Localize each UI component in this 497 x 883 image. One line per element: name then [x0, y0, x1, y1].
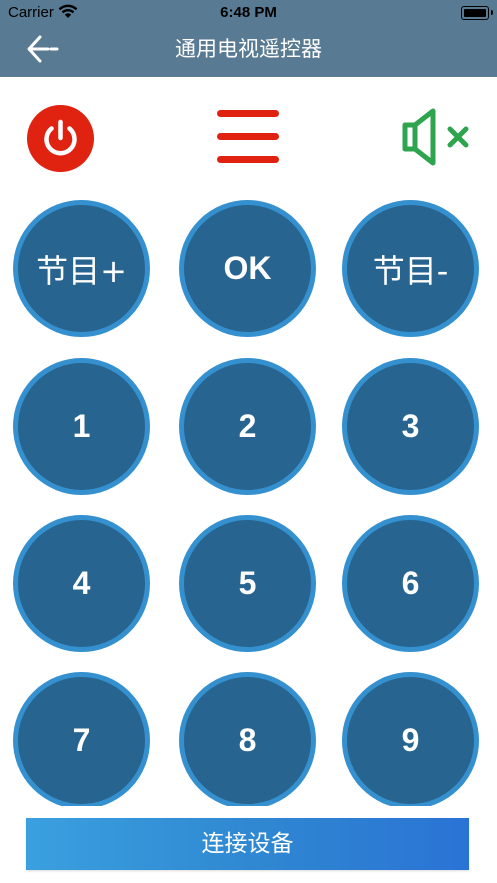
channel-down-button[interactable]: 节目-: [342, 200, 479, 337]
digit-4-button[interactable]: 4: [13, 515, 150, 652]
connect-device-button[interactable]: 连接设备: [26, 818, 469, 870]
mute-button[interactable]: [400, 105, 474, 169]
digit-5-button[interactable]: 5: [179, 515, 316, 652]
status-time: 6:48 PM: [220, 4, 277, 21]
power-button[interactable]: [27, 105, 94, 172]
page-title: 通用电视遥控器: [175, 37, 322, 61]
digit-8-button[interactable]: 8: [179, 672, 316, 809]
digit-1-button[interactable]: 1: [13, 358, 150, 495]
digit-7-button[interactable]: 7: [13, 672, 150, 809]
channel-up-button[interactable]: 节目+: [13, 200, 150, 337]
power-icon: [44, 119, 77, 156]
battery-icon: [461, 6, 493, 20]
nav-bar: Carrier 6:48 PM 通用电视遥控器: [0, 0, 497, 77]
digit-3-button[interactable]: 3: [342, 358, 479, 495]
digit-2-button[interactable]: 2: [179, 358, 316, 495]
digit-6-button[interactable]: 6: [342, 515, 479, 652]
status-bar: Carrier 6:48 PM: [0, 0, 497, 26]
mute-icon: [402, 108, 469, 166]
digit-9-button[interactable]: 9: [342, 672, 479, 809]
menu-button[interactable]: [217, 108, 279, 166]
ok-button[interactable]: OK: [179, 200, 316, 337]
